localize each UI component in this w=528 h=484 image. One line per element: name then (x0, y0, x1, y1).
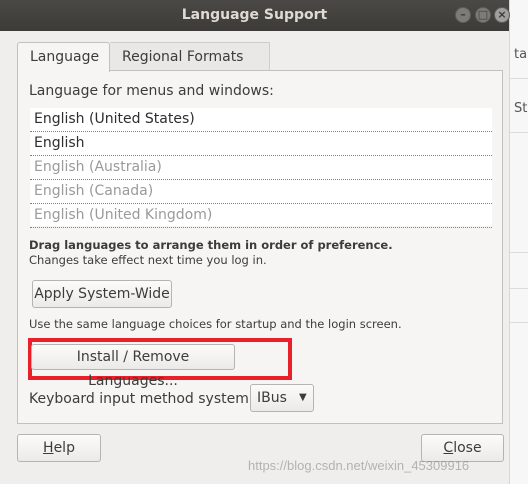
install-remove-languages-button[interactable]: Install / Remove Languages... (31, 344, 235, 389)
system-wide-note: Use the same language choices for startu… (29, 317, 402, 331)
list-item[interactable]: English (United States) (30, 108, 492, 132)
keyboard-input-value: IBus (257, 390, 287, 406)
changes-hint: Changes take effect next time you log in… (29, 253, 267, 267)
keyboard-input-label: Keyboard input method system: (29, 391, 254, 407)
divider (510, 322, 528, 323)
language-heading: Language for menus and windows: (29, 83, 274, 99)
language-list[interactable]: English (United States) English English … (30, 108, 492, 228)
window-title: Language Support (181, 7, 328, 23)
divider (510, 132, 528, 133)
minimize-icon[interactable]: – (455, 7, 471, 23)
list-item[interactable]: English (30, 132, 492, 156)
maximize-icon[interactable]: □ (475, 7, 491, 23)
chevron-down-icon: ▼ (299, 392, 307, 403)
divider (510, 252, 528, 253)
drag-hint: Drag languages to arrange them in order … (29, 238, 393, 252)
list-item[interactable]: English (Australia) (30, 156, 492, 180)
list-item[interactable]: English (Canada) (30, 180, 492, 204)
background-window: ta St (509, 0, 528, 484)
keyboard-input-select[interactable]: IBus ▼ (250, 384, 314, 412)
divider (510, 288, 528, 289)
watermark: https://blog.csdn.net/weixin_45309916 (248, 458, 470, 473)
divider (510, 78, 528, 79)
language-panel: Language for menus and windows: English … (17, 70, 503, 424)
help-label: elp (53, 440, 75, 456)
language-support-window: Language Support – □ × Language Regional… (0, 0, 510, 484)
close-mnemonic: C (443, 440, 454, 456)
background-text: ta (514, 47, 528, 62)
tab-language[interactable]: Language (17, 42, 110, 72)
apply-system-wide-button[interactable]: Apply System-Wide (32, 280, 172, 308)
list-item[interactable]: English (United Kingdom) (30, 204, 492, 228)
close-label: lose (453, 440, 482, 456)
tab-regional-formats[interactable]: Regional Formats (110, 42, 270, 71)
background-text: St (514, 101, 528, 116)
close-icon[interactable]: × (494, 7, 510, 23)
title-bar[interactable]: Language Support (0, 0, 509, 31)
help-mnemonic: H (43, 440, 54, 456)
help-button[interactable]: Help (17, 434, 101, 462)
